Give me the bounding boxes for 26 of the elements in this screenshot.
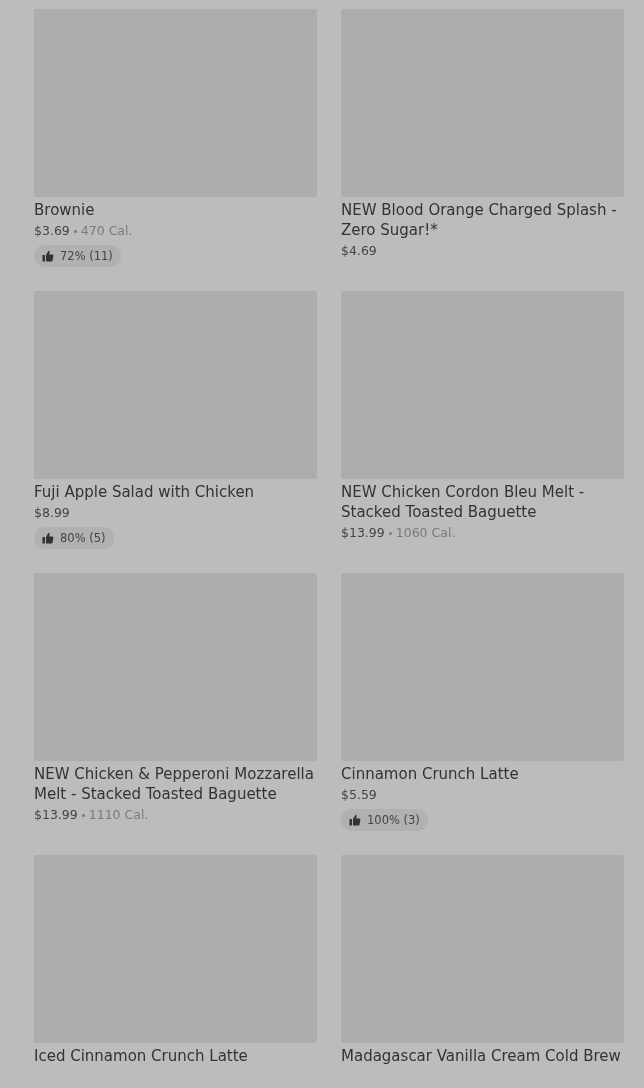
item-calories: 1060 Cal. [395,524,456,542]
item-price: $13.99 [341,524,385,542]
item-price: $3.69 [34,222,70,240]
rating-badge: 72% (11) [34,245,121,267]
thumbs-up-icon [42,250,54,262]
separator-dot-icon [73,229,77,233]
thumbs-up-icon [349,814,361,826]
item-name[interactable]: Cinnamon Crunch Latte [341,764,624,784]
item-price: $4.69 [341,242,377,260]
item-name[interactable]: NEW Blood Orange Charged Splash - Zero Sugar!* [341,200,624,240]
item-name[interactable]: Madagascar Vanilla Cream Cold Brew [341,1046,624,1066]
rating-badge: 100% (3) [341,809,428,831]
item-name[interactable]: NEW Chicken & Pepperoni Mozzarella Melt - Stacked Toasted Baguette [34,764,317,804]
separator-dot-icon [81,813,85,817]
thumbs-up-icon [42,532,54,544]
rating-badge: 80% (5) [34,527,114,549]
separator-dot-icon [388,531,392,535]
item-name[interactable]: NEW Chicken Cordon Bleu Melt - Stacked Toasted Baguette [341,482,624,522]
item-name[interactable]: Fuji Apple Salad with Chicken [34,482,317,502]
item-name[interactable]: Brownie [34,200,317,220]
item-price: $8.99 [34,504,70,522]
item-price: $5.59 [341,786,377,804]
item-name[interactable]: Iced Cinnamon Crunch Latte [34,1046,317,1066]
item-calories: 1110 Cal. [88,806,149,824]
item-calories: 470 Cal. [80,222,133,240]
item-price: $13.99 [34,806,78,824]
